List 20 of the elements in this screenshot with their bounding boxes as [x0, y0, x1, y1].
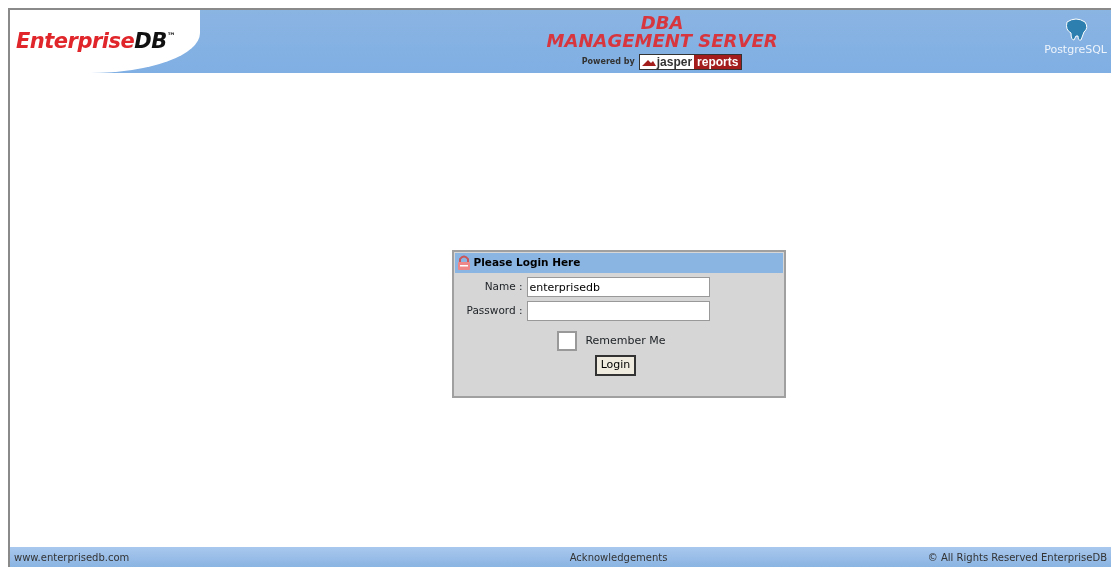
remember-checkbox[interactable] — [557, 331, 578, 351]
lock-icon — [456, 255, 471, 271]
website-link[interactable]: www.enterprisedb.com — [14, 549, 130, 565]
app-title: DBA — [640, 14, 684, 32]
name-field[interactable]: enterprisedb — [526, 277, 710, 297]
acknowledgements-link[interactable]: Acknowledgements — [569, 549, 668, 565]
login-button[interactable]: Login — [594, 355, 637, 376]
logo-text: DB — [134, 27, 167, 55]
logo-text: Enterprise — [16, 27, 135, 55]
password-field[interactable] — [526, 301, 710, 321]
checkbox-label: Remember Me — [585, 332, 666, 349]
panel-title: Please Login Here — [473, 255, 581, 271]
field-label: Password : — [465, 303, 524, 319]
copyright-text: © All Rights Reserved EnterpriseDB — [927, 550, 1107, 565]
partner-label: PostgreSQL — [1044, 42, 1107, 58]
app-title: MANAGEMENT SERVER — [546, 32, 778, 50]
reports-logo: jasper reports — [638, 54, 743, 70]
field-label: Name : — [483, 279, 524, 295]
trademark-sign: ™ — [166, 30, 176, 43]
powered-by-text: Powered by — [581, 56, 635, 68]
